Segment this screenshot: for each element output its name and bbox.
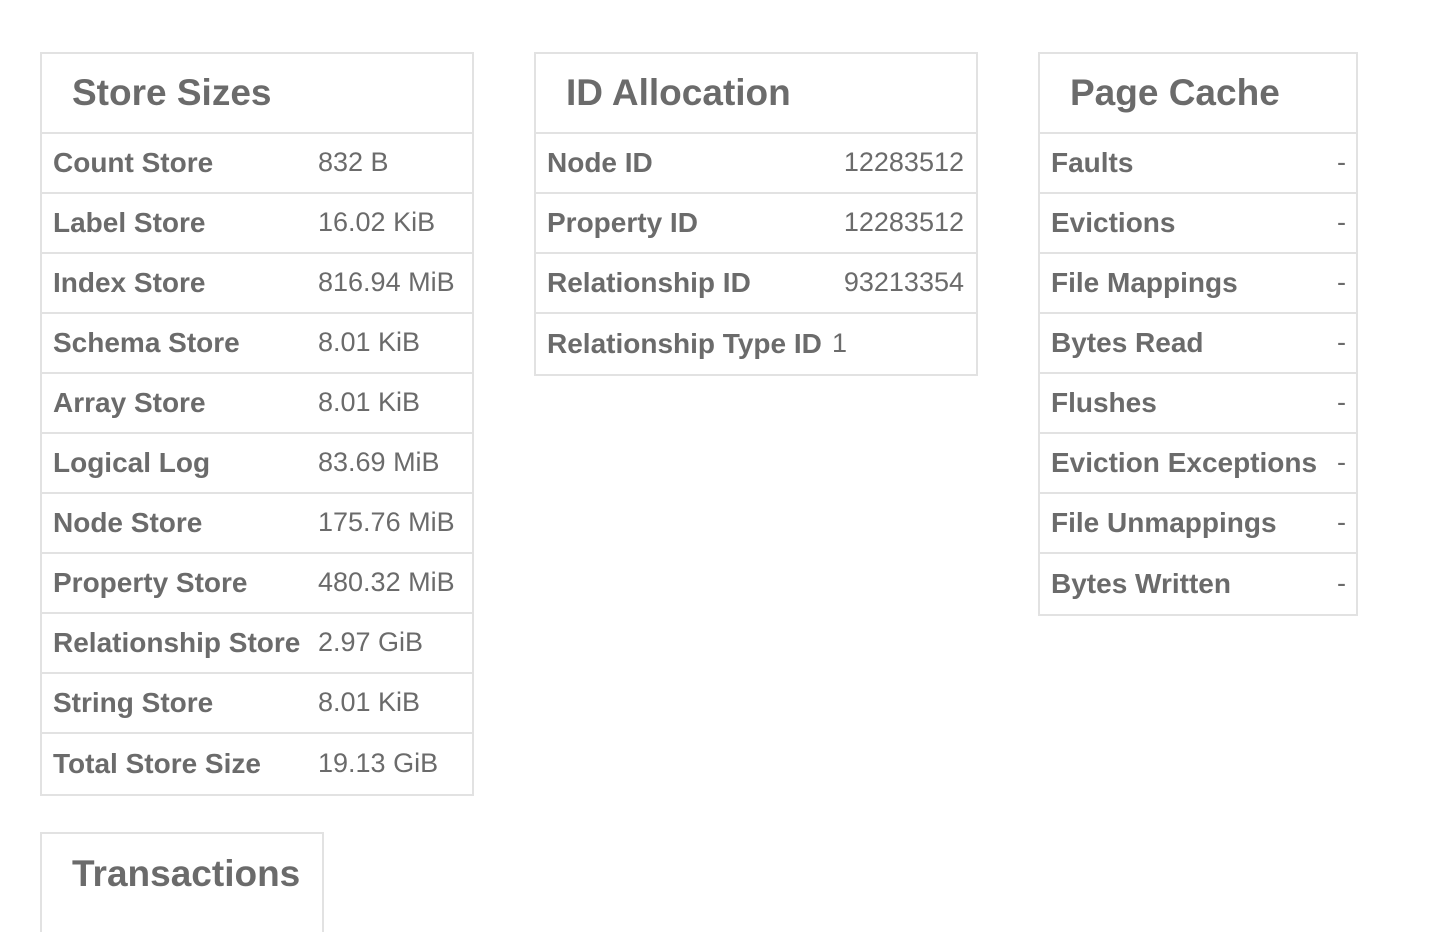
row-label: Flushes <box>1051 387 1157 418</box>
table-row: Label Store 16.02 KiB <box>42 194 472 254</box>
row-label: File Unmappings <box>1051 507 1277 538</box>
table-row: Faults - <box>1040 134 1356 194</box>
table-row: Relationship ID 93213354 <box>536 254 976 314</box>
row-value: - <box>1337 446 1346 477</box>
row-value: 83.69 MiB <box>318 446 440 477</box>
row-value: - <box>1337 266 1346 297</box>
row-value: 8.01 KiB <box>318 326 421 357</box>
store-sizes-title: Store Sizes <box>42 54 472 134</box>
table-row: Node ID 12283512 <box>536 134 976 194</box>
table-row: Relationship Type ID 1 <box>536 314 976 374</box>
table-row: Total Store Size 19.13 GiB <box>42 734 472 794</box>
row-value: - <box>1337 146 1346 177</box>
table-row: Bytes Written - <box>1040 554 1356 614</box>
table-row: Logical Log 83.69 MiB <box>42 434 472 494</box>
table-row: File Unmappings - <box>1040 494 1356 554</box>
row-label: Logical Log <box>53 447 211 478</box>
row-label: Property Store <box>53 567 248 598</box>
table-row: Relationship Store 2.97 GiB <box>42 614 472 674</box>
row-value: 480.32 MiB <box>318 566 455 597</box>
row-label: Label Store <box>53 207 206 238</box>
row-value: 8.01 KiB <box>318 386 421 417</box>
row-label: Index Store <box>53 267 206 298</box>
row-label: Count Store <box>53 147 214 178</box>
row-label: Bytes Read <box>1051 327 1204 358</box>
table-row: File Mappings - <box>1040 254 1356 314</box>
row-label: Schema Store <box>53 327 240 358</box>
page-cache-title: Page Cache <box>1040 54 1356 134</box>
table-row: Property Store 480.32 MiB <box>42 554 472 614</box>
row-value: - <box>1337 326 1346 357</box>
row-label: Faults <box>1051 147 1134 178</box>
row-label: Relationship Store <box>53 627 301 658</box>
row-label: Bytes Written <box>1051 568 1231 599</box>
table-row: Flushes - <box>1040 374 1356 434</box>
row-value: 2.97 GiB <box>318 626 424 657</box>
row-label: Relationship Type ID <box>547 328 822 359</box>
row-value: - <box>1337 386 1346 417</box>
transactions-title: Transactions <box>72 853 301 894</box>
page-cache-card: Page Cache Faults - Evictions - File Map… <box>1038 52 1358 616</box>
table-row: Eviction Exceptions - <box>1040 434 1356 494</box>
row-value: 19.13 GiB <box>318 747 439 778</box>
row-label: String Store <box>53 687 214 718</box>
table-row: Node Store 175.76 MiB <box>42 494 472 554</box>
row-value: 832 B <box>318 146 389 177</box>
row-label: Array Store <box>53 387 206 418</box>
row-value: 175.76 MiB <box>318 506 455 537</box>
row-label: Eviction Exceptions <box>1051 447 1318 478</box>
table-row: Evictions - <box>1040 194 1356 254</box>
row-value: 93213354 <box>843 266 964 297</box>
row-label: Node Store <box>53 507 203 538</box>
table-row: Bytes Read - <box>1040 314 1356 374</box>
row-value: - <box>1337 206 1346 237</box>
row-label: Property ID <box>547 207 698 238</box>
row-value: 1 <box>832 327 848 358</box>
row-value: 8.01 KiB <box>318 686 421 717</box>
table-row: Count Store 832 B <box>42 134 472 194</box>
row-label: Node ID <box>547 147 653 178</box>
row-value: - <box>1337 506 1346 537</box>
id-allocation-card: ID Allocation Node ID 12283512 Property … <box>534 52 978 376</box>
row-label: File Mappings <box>1051 267 1238 298</box>
row-label: Evictions <box>1051 207 1176 238</box>
store-sizes-card: Store Sizes Count Store 832 B Label Stor… <box>40 52 474 796</box>
table-row: Property ID 12283512 <box>536 194 976 254</box>
row-value: 12283512 <box>843 146 964 177</box>
table-row: Index Store 816.94 MiB <box>42 254 472 314</box>
table-row: Array Store 8.01 KiB <box>42 374 472 434</box>
transactions-card: Transactions <box>40 832 324 932</box>
table-row: String Store 8.01 KiB <box>42 674 472 734</box>
table-row: Schema Store 8.01 KiB <box>42 314 472 374</box>
row-value: 16.02 KiB <box>318 206 436 237</box>
row-label: Total Store Size <box>53 748 261 779</box>
row-value: 816.94 MiB <box>318 266 455 297</box>
row-value: 12283512 <box>843 206 964 237</box>
row-label: Relationship ID <box>547 267 751 298</box>
id-allocation-title: ID Allocation <box>536 54 976 134</box>
row-value: - <box>1337 567 1346 598</box>
